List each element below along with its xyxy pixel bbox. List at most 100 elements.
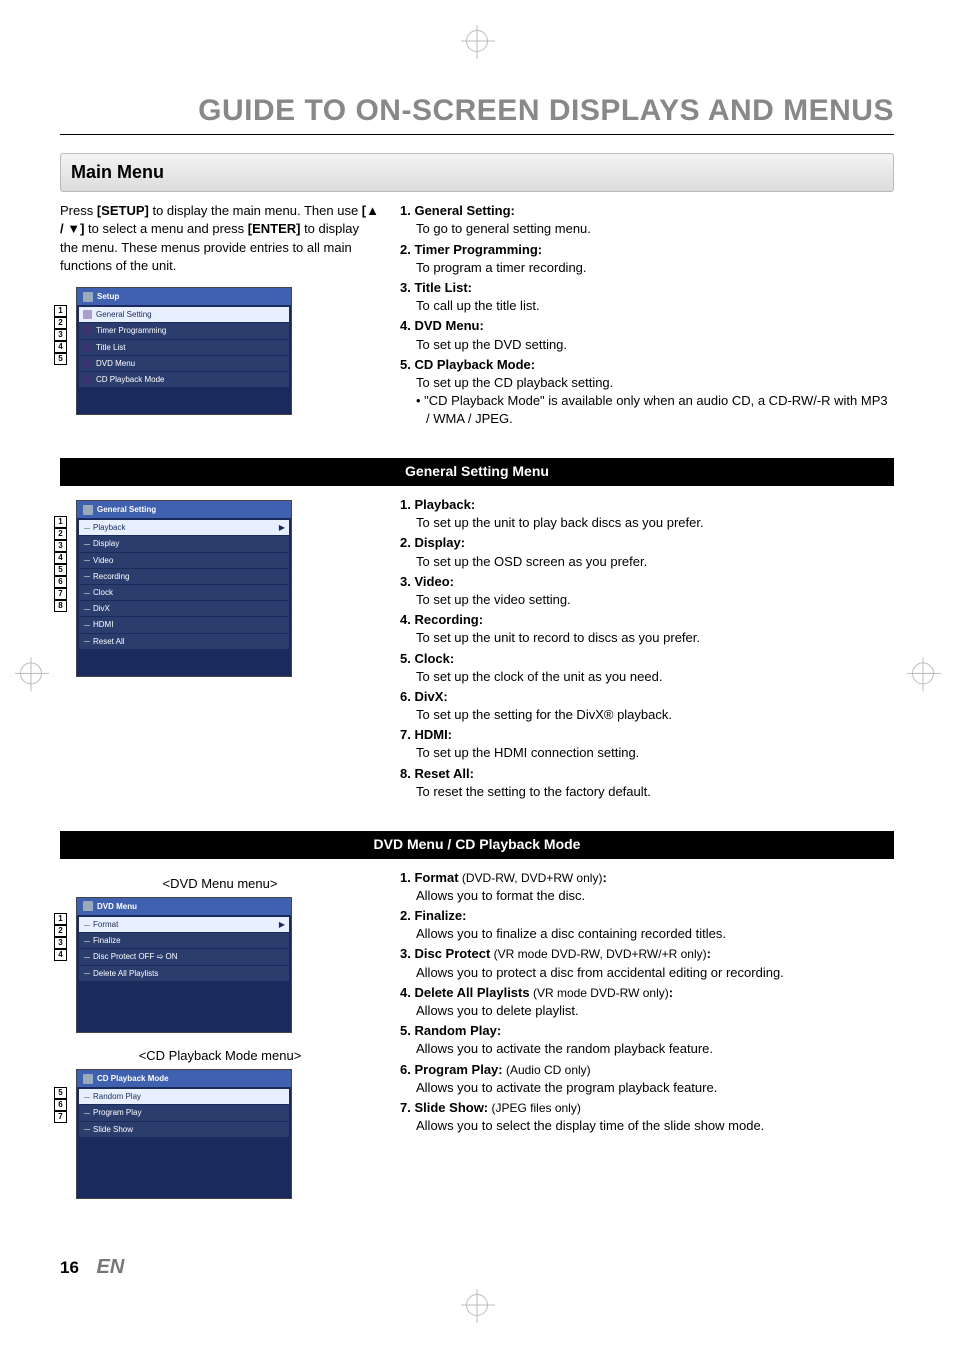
- osd-title-text: CD Playback Mode: [97, 1073, 169, 1084]
- osd-item: Random Play: [93, 1091, 141, 1102]
- def-desc: Allows you to activate the program playb…: [416, 1079, 894, 1097]
- crop-mark-top: [466, 30, 488, 57]
- def-num: 3.: [400, 280, 411, 295]
- def-num: 2.: [400, 908, 411, 923]
- callout-num: 3: [54, 937, 67, 949]
- osd-item: Format: [93, 919, 118, 930]
- setup-key: [SETUP]: [97, 203, 149, 218]
- def-desc: To set up the OSD screen as you prefer.: [416, 553, 894, 571]
- def-num: 4.: [400, 985, 411, 1000]
- def-extra: (VR mode DVD-RW, DVD+RW/+R only): [490, 947, 706, 961]
- callout-num: 6: [54, 576, 67, 588]
- def-desc: Allows you to finalize a disc containing…: [416, 925, 894, 943]
- callout-num: 7: [54, 588, 67, 600]
- def-label: Program Play:: [414, 1062, 502, 1077]
- osd-item: Reset All: [93, 636, 125, 647]
- osd-item: Timer Programming: [96, 325, 166, 336]
- def-num: 4.: [400, 318, 411, 333]
- def-label: Video:: [414, 574, 454, 589]
- def-colon: :: [602, 870, 606, 885]
- def-num: 6.: [400, 689, 411, 704]
- def-label: Format: [414, 870, 458, 885]
- callout-num: 4: [54, 341, 67, 353]
- callout-num: 5: [54, 564, 67, 576]
- def-desc: To go to general setting menu.: [416, 220, 894, 238]
- dvd-cd-definitions: 1. Format (DVD-RW, DVD+RW only):Allows y…: [400, 869, 894, 1138]
- def-label: General Setting:: [414, 203, 514, 218]
- def-desc: To set up the HDMI connection setting.: [416, 744, 894, 762]
- def-label: Title List:: [414, 280, 472, 295]
- def-desc: To program a timer recording.: [416, 259, 894, 277]
- def-desc: To set up the DVD setting.: [416, 336, 894, 354]
- osd-item: HDMI: [93, 619, 113, 630]
- callout-num: 1: [54, 305, 67, 317]
- osd-item: General Setting: [96, 309, 152, 320]
- subheader-general-setting: General Setting Menu: [60, 458, 894, 486]
- def-label: Reset All:: [414, 766, 473, 781]
- def-label: Display:: [414, 535, 465, 550]
- def-desc: To call up the title list.: [416, 297, 894, 315]
- osd-screenshot-general-setting: 1 2 3 4 5 6 7 8 General Setting Playback…: [76, 500, 380, 677]
- intro-text: to display the main menu. Then use: [149, 203, 362, 218]
- setup-icon: [83, 292, 93, 302]
- page-footer: 16 EN: [60, 1253, 894, 1281]
- intro-text: Press: [60, 203, 97, 218]
- def-desc: To set up the clock of the unit as you n…: [416, 668, 894, 686]
- def-desc: To set up the CD playback setting.: [416, 374, 894, 392]
- enter-key: [ENTER]: [248, 221, 301, 236]
- callout-num: 6: [54, 1099, 67, 1111]
- osd-item: Clock: [93, 587, 113, 598]
- def-num: 3.: [400, 574, 411, 589]
- row-icon: [83, 310, 92, 319]
- def-num: 2.: [400, 242, 411, 257]
- callout-num: 8: [54, 600, 67, 612]
- crop-mark-left: [20, 662, 42, 689]
- callout-num: 4: [54, 552, 67, 564]
- osd-item: Title List: [96, 342, 126, 353]
- osd-item: Slide Show: [93, 1124, 133, 1135]
- page-title: GUIDE TO ON-SCREEN DISPLAYS AND MENUS: [60, 90, 894, 135]
- callout-num: 5: [54, 353, 67, 365]
- def-extra: (Audio CD only): [503, 1063, 591, 1077]
- intro-text: to select a menu and press: [84, 221, 247, 236]
- osd-item: Finalize: [93, 935, 121, 946]
- row-icon: [83, 359, 92, 368]
- section-heading-main-menu: Main Menu: [60, 153, 894, 192]
- def-desc: To reset the setting to the factory defa…: [416, 783, 894, 801]
- def-desc: Allows you to protect a disc from accide…: [416, 964, 894, 982]
- osd-item: Display: [93, 538, 119, 549]
- callout-num: 2: [54, 528, 67, 540]
- general-setting-definitions: 1. Playback:To set up the unit to play b…: [400, 496, 894, 803]
- def-label: Clock:: [414, 651, 454, 666]
- callout-num: 3: [54, 329, 67, 341]
- def-label: DVD Menu:: [414, 318, 483, 333]
- subheader-dvd-cd: DVD Menu / CD Playback Mode: [60, 831, 894, 859]
- def-num: 3.: [400, 946, 411, 961]
- def-num: 6.: [400, 1062, 411, 1077]
- intro-paragraph: Press [SETUP] to display the main menu. …: [60, 202, 380, 275]
- def-label: Timer Programming:: [414, 242, 542, 257]
- main-menu-definitions: 1. General Setting:To go to general sett…: [400, 202, 894, 430]
- def-desc: To set up the video setting.: [416, 591, 894, 609]
- def-extra: (JPEG files only): [488, 1101, 581, 1115]
- row-icon: [83, 343, 92, 352]
- def-desc: Allows you to select the display time of…: [416, 1117, 894, 1135]
- osd-title-text: General Setting: [97, 504, 156, 515]
- def-label: Random Play:: [414, 1023, 501, 1038]
- osd-item: Playback: [93, 522, 125, 533]
- def-num: 7.: [400, 727, 411, 742]
- general-setting-icon: [83, 505, 93, 515]
- osd-item: Program Play: [93, 1107, 141, 1118]
- def-label: Delete All Playlists: [414, 985, 529, 1000]
- dvd-menu-icon: [83, 901, 93, 911]
- osd-screenshot-setup: 1 2 3 4 5 Setup General Setting Timer Pr…: [76, 287, 380, 415]
- def-label: Finalize:: [414, 908, 466, 923]
- page-language: EN: [97, 1256, 125, 1278]
- def-extra: (VR mode DVD-RW only): [530, 986, 669, 1000]
- osd-item: Video: [93, 555, 113, 566]
- row-icon: [83, 375, 92, 384]
- crop-mark-right: [912, 662, 934, 689]
- osd-item: Recording: [93, 571, 129, 582]
- osd-item: CD Playback Mode: [96, 374, 164, 385]
- def-num: 2.: [400, 535, 411, 550]
